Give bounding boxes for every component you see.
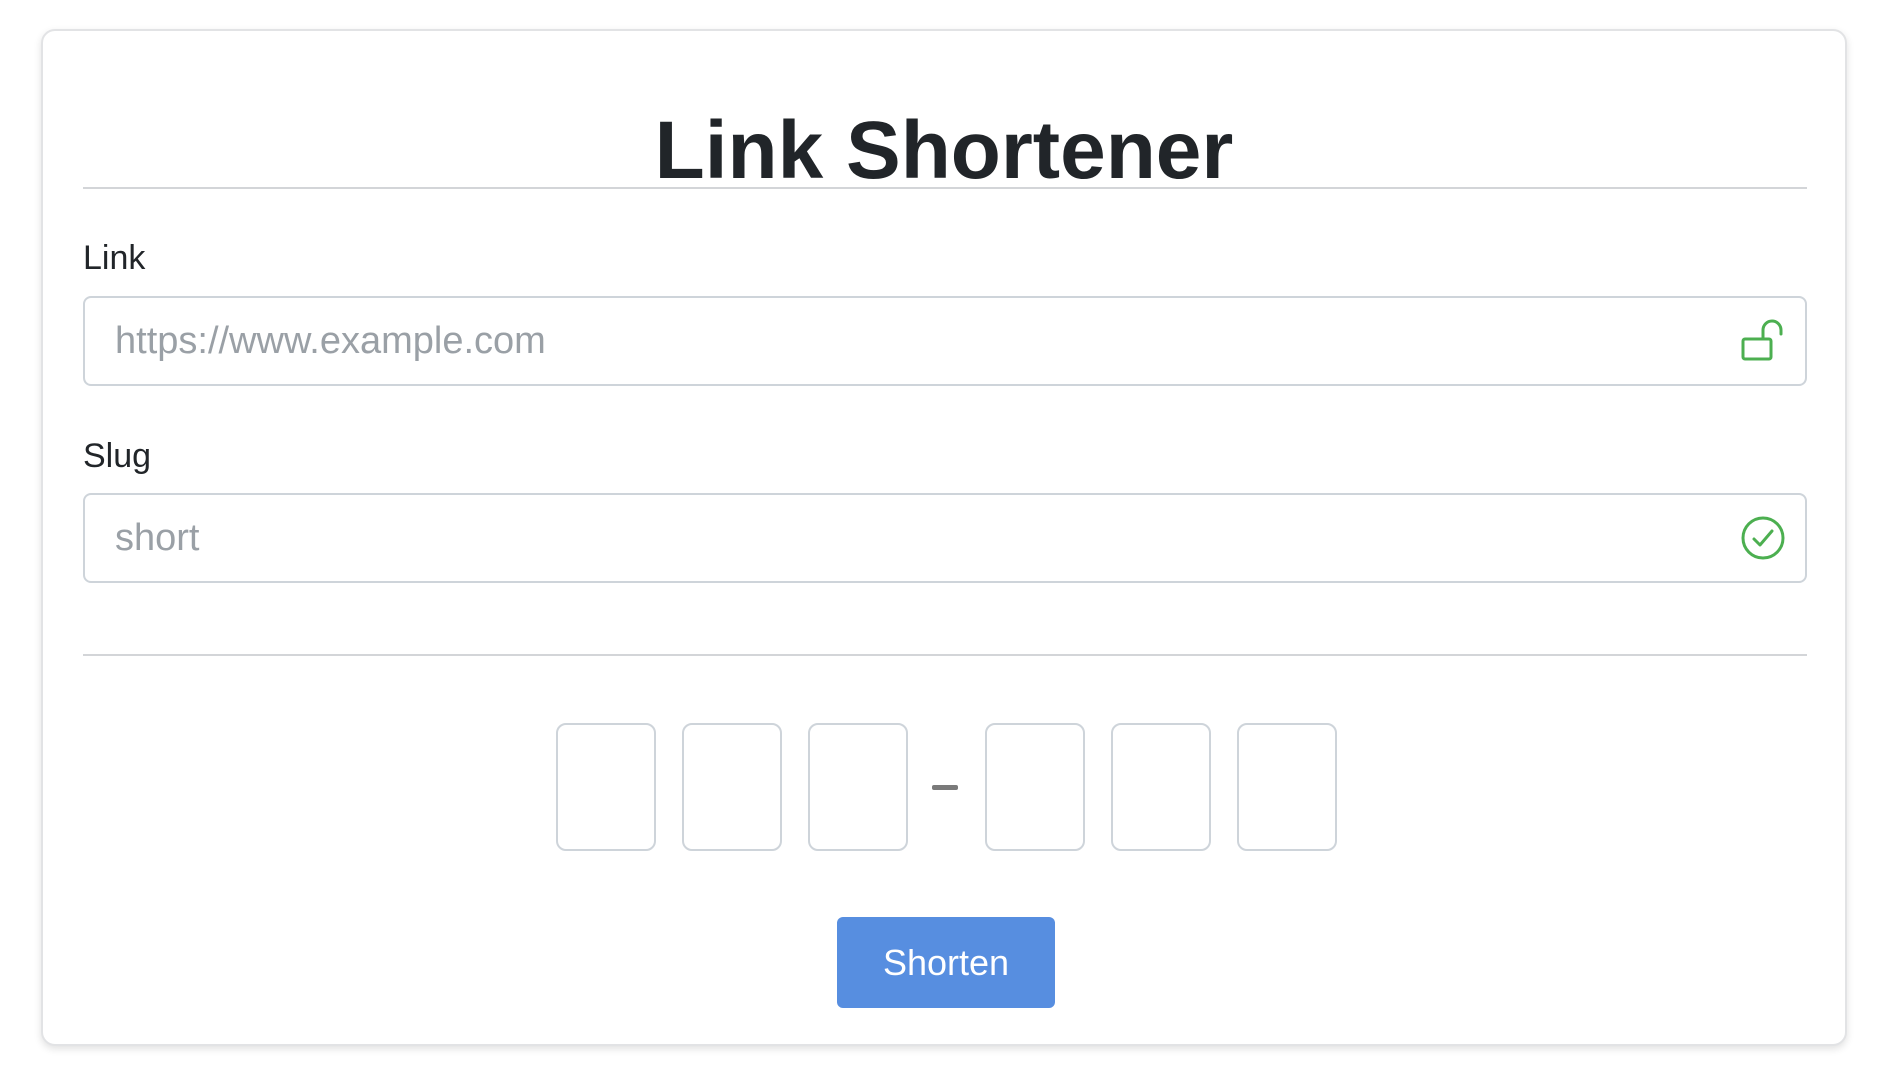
link-shortener-card: Link Shortener Link Slug Shorten — [41, 29, 1847, 1046]
shorten-button[interactable]: Shorten — [837, 917, 1055, 1008]
code-digit-4[interactable] — [985, 723, 1085, 851]
slug-input[interactable] — [85, 495, 1705, 581]
code-digit-6[interactable] — [1237, 723, 1337, 851]
page-title: Link Shortener — [654, 105, 1234, 196]
unlocked-padlock-icon — [1741, 319, 1783, 361]
link-label: Link — [83, 239, 146, 277]
code-digit-5[interactable] — [1111, 723, 1211, 851]
code-digit-2[interactable] — [682, 723, 782, 851]
link-field — [83, 296, 1807, 386]
code-digit-3[interactable] — [808, 723, 908, 851]
verification-code-group — [43, 723, 1845, 853]
code-separator — [932, 785, 958, 790]
link-input[interactable] — [85, 298, 1705, 384]
slug-field — [83, 493, 1807, 583]
check-circle-icon — [1741, 516, 1785, 560]
code-digit-1[interactable] — [556, 723, 656, 851]
title-divider — [83, 187, 1807, 189]
slug-label: Slug — [83, 437, 152, 475]
form-divider — [83, 654, 1807, 656]
